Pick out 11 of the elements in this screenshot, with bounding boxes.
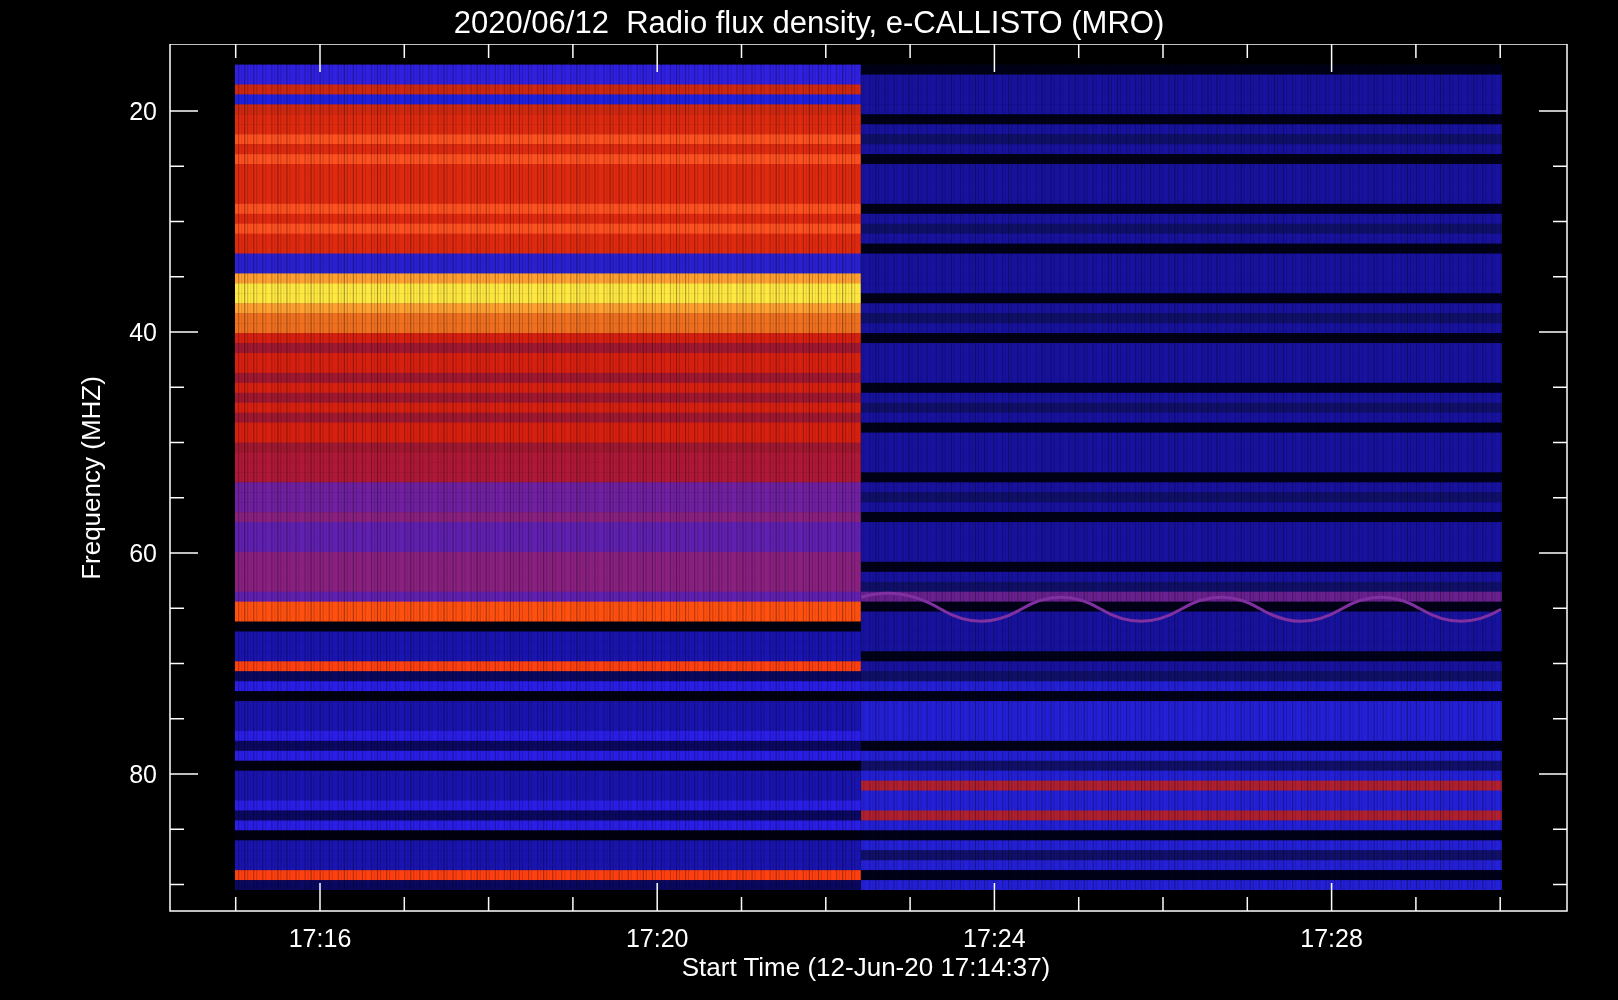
x-axis-label: Start Time (12-Jun-20 17:14:37) [681,952,1051,982]
x-tick-label: 17:20 [625,924,689,952]
x-tick-label: 17:24 [963,924,1026,952]
y-tick-label: 20 [129,97,157,125]
y-tick-label: 80 [129,760,157,788]
y-tick-label: 40 [129,318,157,346]
x-tick-label: 17:16 [288,924,352,952]
x-tick-label: 17:28 [1300,924,1363,952]
plot-title: 2020/06/12 Radio flux density, e-CALLISTO (MRO) [453,6,1165,38]
y-axis-label: Frequency (MHZ) [76,376,106,580]
y-tick-label: 60 [129,539,157,567]
